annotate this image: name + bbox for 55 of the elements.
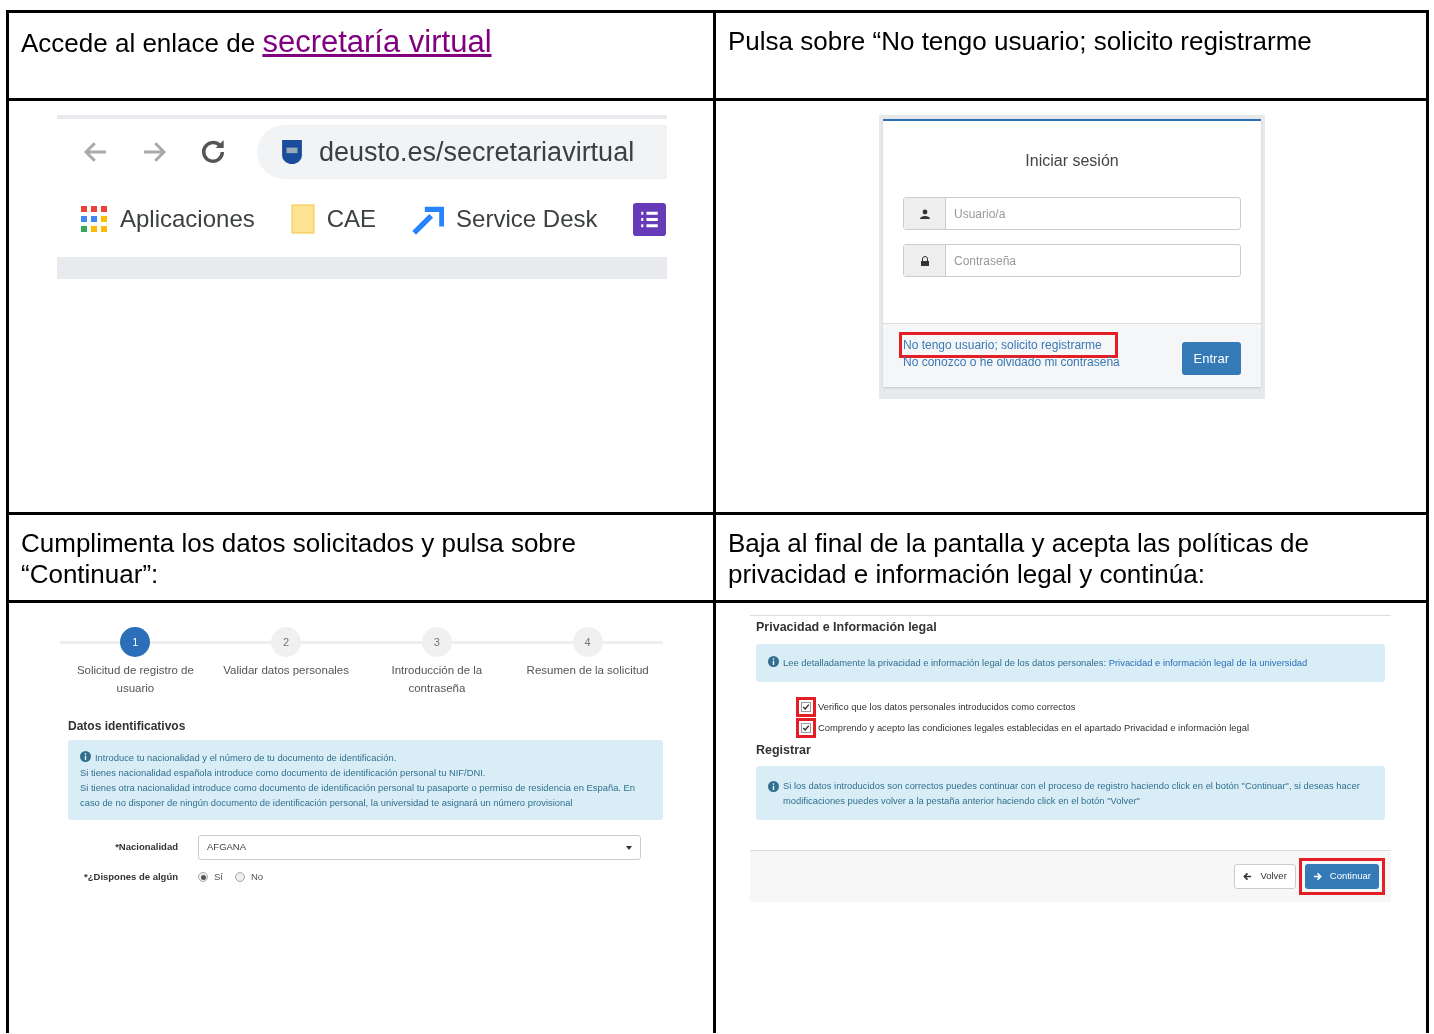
step-number: 4 (572, 627, 603, 657)
caret-icon (626, 845, 632, 850)
right-arrow-icon (1312, 871, 1322, 881)
user-icon (919, 208, 930, 219)
info-text: Introduce tu nacionalidad y el número de tu documento de identificación. (95, 752, 397, 763)
bookmark-label[interactable]: Service Desk (456, 201, 598, 237)
instruction-text: Baja al final de la pantalla y acepta las políticas de privacidad e información legal y continúa: (728, 528, 1310, 589)
info-icon (768, 780, 779, 792)
lock-icon (919, 255, 930, 266)
instruction-text: Pulsa sobre “No tengo usuario; solicito registrarme (728, 26, 1312, 56)
shield-icon (281, 138, 303, 166)
radio-button[interactable] (198, 872, 208, 883)
back-button[interactable]: Volver (1234, 863, 1296, 889)
info-icon (768, 655, 779, 667)
secretaria-link[interactable]: secretaría virtual (262, 24, 492, 59)
bookmark-label[interactable]: CAE (326, 201, 377, 237)
continue-button[interactable]: Continuar (1304, 863, 1379, 889)
step-label: Introducción de la contraseña (390, 663, 484, 696)
info-text: Si tienes nacionalidad española introduce como documento de identificación personal tu NIF/DNI. (80, 767, 486, 778)
section-title: Registrar (756, 742, 812, 760)
login-title: Iniciar sesión (1024, 151, 1120, 171)
radio-label: Sí (214, 870, 223, 884)
info-text: Si los datos introducidos son correctos puedes continuar con el proceso de registro haciendo click en el botón "Continuar", si deseas hacer modificaciones puedes volver a la pestaña anterior haciendo click en el botón "Volver" (783, 778, 1361, 808)
instruction-text: Cumplimenta los datos solicitados y pulsa sobre “Continuar”: (21, 528, 576, 589)
input-group[interactable]: Contraseña (903, 244, 1241, 277)
input-group[interactable]: Usuario/a (903, 197, 1241, 230)
step-number: 3 (421, 627, 452, 657)
left-arrow-icon (1243, 871, 1253, 881)
privacy-link[interactable]: Privacidad e información legal de la universidad (1108, 656, 1308, 668)
info-text: Lee detalladamente la privacidad e información legal de los datos personales: (783, 656, 1108, 668)
radio-button[interactable] (235, 872, 245, 883)
login-field[interactable]: Contraseña (946, 245, 1240, 276)
login-link[interactable]: No conozco o he olvidado mi contraseña (903, 353, 1120, 371)
login-button[interactable]: Entrar (1181, 342, 1241, 375)
instruction-text: Accede al enlace de (21, 28, 257, 58)
step-label: Solicitud de registro de usuario (75, 663, 195, 696)
step-number: 2 (271, 627, 302, 657)
checkbox-label: Verifico que los datos personales introducidos como correctos (818, 699, 1076, 714)
section-title: Privacidad e Información legal (756, 619, 938, 636)
address-bar[interactable]: deusto.es/secretariavirtual (257, 125, 667, 179)
bookmark-label[interactable]: Aplicaciones (120, 201, 255, 237)
folder-icon (290, 204, 315, 234)
field-label: *Nacionalidad (114, 840, 179, 855)
info-text: Si tienes otra nacionalidad introduce como documento de identificación personal tu pasaporte o permiso de residencia en España. En caso de no disponer de ningún documento de identificación personal, la universidad te asignará un número provisional (80, 782, 636, 808)
login-field[interactable]: Usuario/a (946, 198, 1240, 229)
step-label: Resumen de la solicitud (525, 663, 650, 678)
info-icon (80, 751, 91, 762)
step-number: 1 (120, 627, 151, 657)
section-title: Datos identificativos (68, 718, 187, 735)
nationality-dropdown[interactable]: AFGANA (198, 835, 641, 860)
apps-grid-icon (81, 205, 108, 233)
checkbox-label: Comprendo y acepto las condiciones legales establecidas en el apartado Privacidad e información legal (818, 720, 1249, 735)
radio-label: No (251, 870, 264, 884)
step-label: Validar datos personales (222, 663, 350, 678)
field-label: *¿Dispones de algún (83, 870, 179, 884)
